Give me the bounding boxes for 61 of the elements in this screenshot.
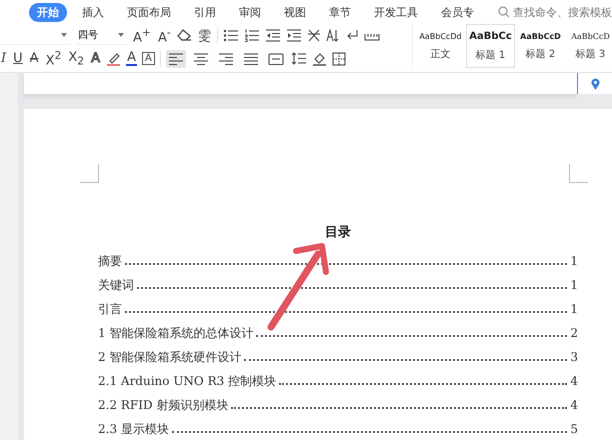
font-size-button[interactable]: A$^{-}$: [156, 26, 172, 46]
text-format-button[interactable]: I: [0, 51, 8, 66]
text-format-button[interactable]: U: [12, 51, 24, 66]
menu-tab[interactable]: 开始: [29, 2, 67, 22]
borders-icon[interactable]: [332, 52, 346, 66]
page-number: 4: [570, 398, 578, 412]
style-preset[interactable]: AaBbCcD 标题 3: [566, 24, 612, 68]
font-color-button[interactable]: A: [126, 51, 137, 66]
page-number: 3: [570, 350, 578, 364]
font-size-field[interactable]: 四号: [75, 26, 127, 44]
toc-entry: 1 智能保险箱系统的总体设计: [98, 325, 254, 342]
character-border-button[interactable]: A: [142, 52, 155, 65]
pinyin-button[interactable]: 雯: [196, 26, 212, 44]
outdent-icon[interactable]: [264, 29, 281, 42]
page-number: 4: [570, 374, 578, 388]
asian-layout-icon[interactable]: [306, 29, 321, 42]
font-size-button[interactable]: A$^{+}$: [132, 26, 152, 46]
menu-tab[interactable]: 插入: [74, 2, 112, 22]
page-number: 1: [570, 254, 578, 268]
sort-icon[interactable]: [326, 29, 340, 42]
menu-tab[interactable]: 章节: [321, 2, 359, 22]
menu-tab[interactable]: 引用: [186, 2, 224, 22]
search-icon: [498, 6, 510, 18]
toc-entry: 关键词: [98, 277, 134, 294]
text-format-button[interactable]: A: [90, 51, 102, 66]
bullet-list-icon[interactable]: [222, 29, 239, 42]
toc-title: 目录: [324, 224, 352, 241]
text-format-button[interactable]: X$^{2}$: [44, 48, 62, 68]
style-preset[interactable]: AaBbCcD 标题 2: [516, 24, 565, 68]
menu-tab[interactable]: 开发工具: [366, 2, 426, 22]
line-break-icon[interactable]: [344, 29, 359, 42]
page-number: 5: [570, 422, 578, 436]
toc-entry: 2.2 RFID 射频识别模块: [98, 397, 228, 414]
highlighter-icon[interactable]: [106, 52, 122, 66]
page-number: 1: [570, 302, 578, 316]
page-number: 2: [570, 326, 578, 340]
toc-entry: 摘要: [98, 253, 122, 270]
line-spacing-icon[interactable]: [290, 52, 307, 65]
indent-icon[interactable]: [286, 29, 302, 42]
location-pin-icon[interactable]: [590, 78, 600, 90]
menu-tab[interactable]: 页面布局: [119, 2, 179, 22]
crop-mark: [569, 164, 588, 183]
menu-tab[interactable]: 会员专: [433, 2, 482, 22]
crop-mark: [80, 164, 99, 183]
menu-tab[interactable]: 视图: [276, 2, 314, 22]
shading-icon[interactable]: [312, 52, 327, 66]
toc-entry: 引言: [98, 301, 122, 318]
caret-icon: [118, 33, 124, 37]
toc-entry: 2.1 Arduino UNO R3 控制模块: [98, 373, 276, 390]
caret-icon: [61, 33, 67, 37]
text-format-button[interactable]: A: [28, 51, 40, 66]
eraser-icon[interactable]: [176, 29, 192, 42]
style-preset[interactable]: AaBbCc 标题 1: [466, 24, 515, 68]
menu-tab[interactable]: 审阅: [231, 2, 269, 22]
style-preset[interactable]: AaBbCcDd 正文: [416, 24, 465, 68]
toc-entry: 2.3 显示模块: [98, 421, 169, 438]
text-format-button[interactable]: X$_{2}$: [67, 50, 86, 68]
align-left-icon[interactable]: [166, 50, 186, 68]
page-number: 1: [570, 278, 578, 292]
toc-entry: 2 智能保险箱系统硬件设计: [98, 349, 242, 366]
numbered-list-icon[interactable]: [244, 29, 260, 42]
